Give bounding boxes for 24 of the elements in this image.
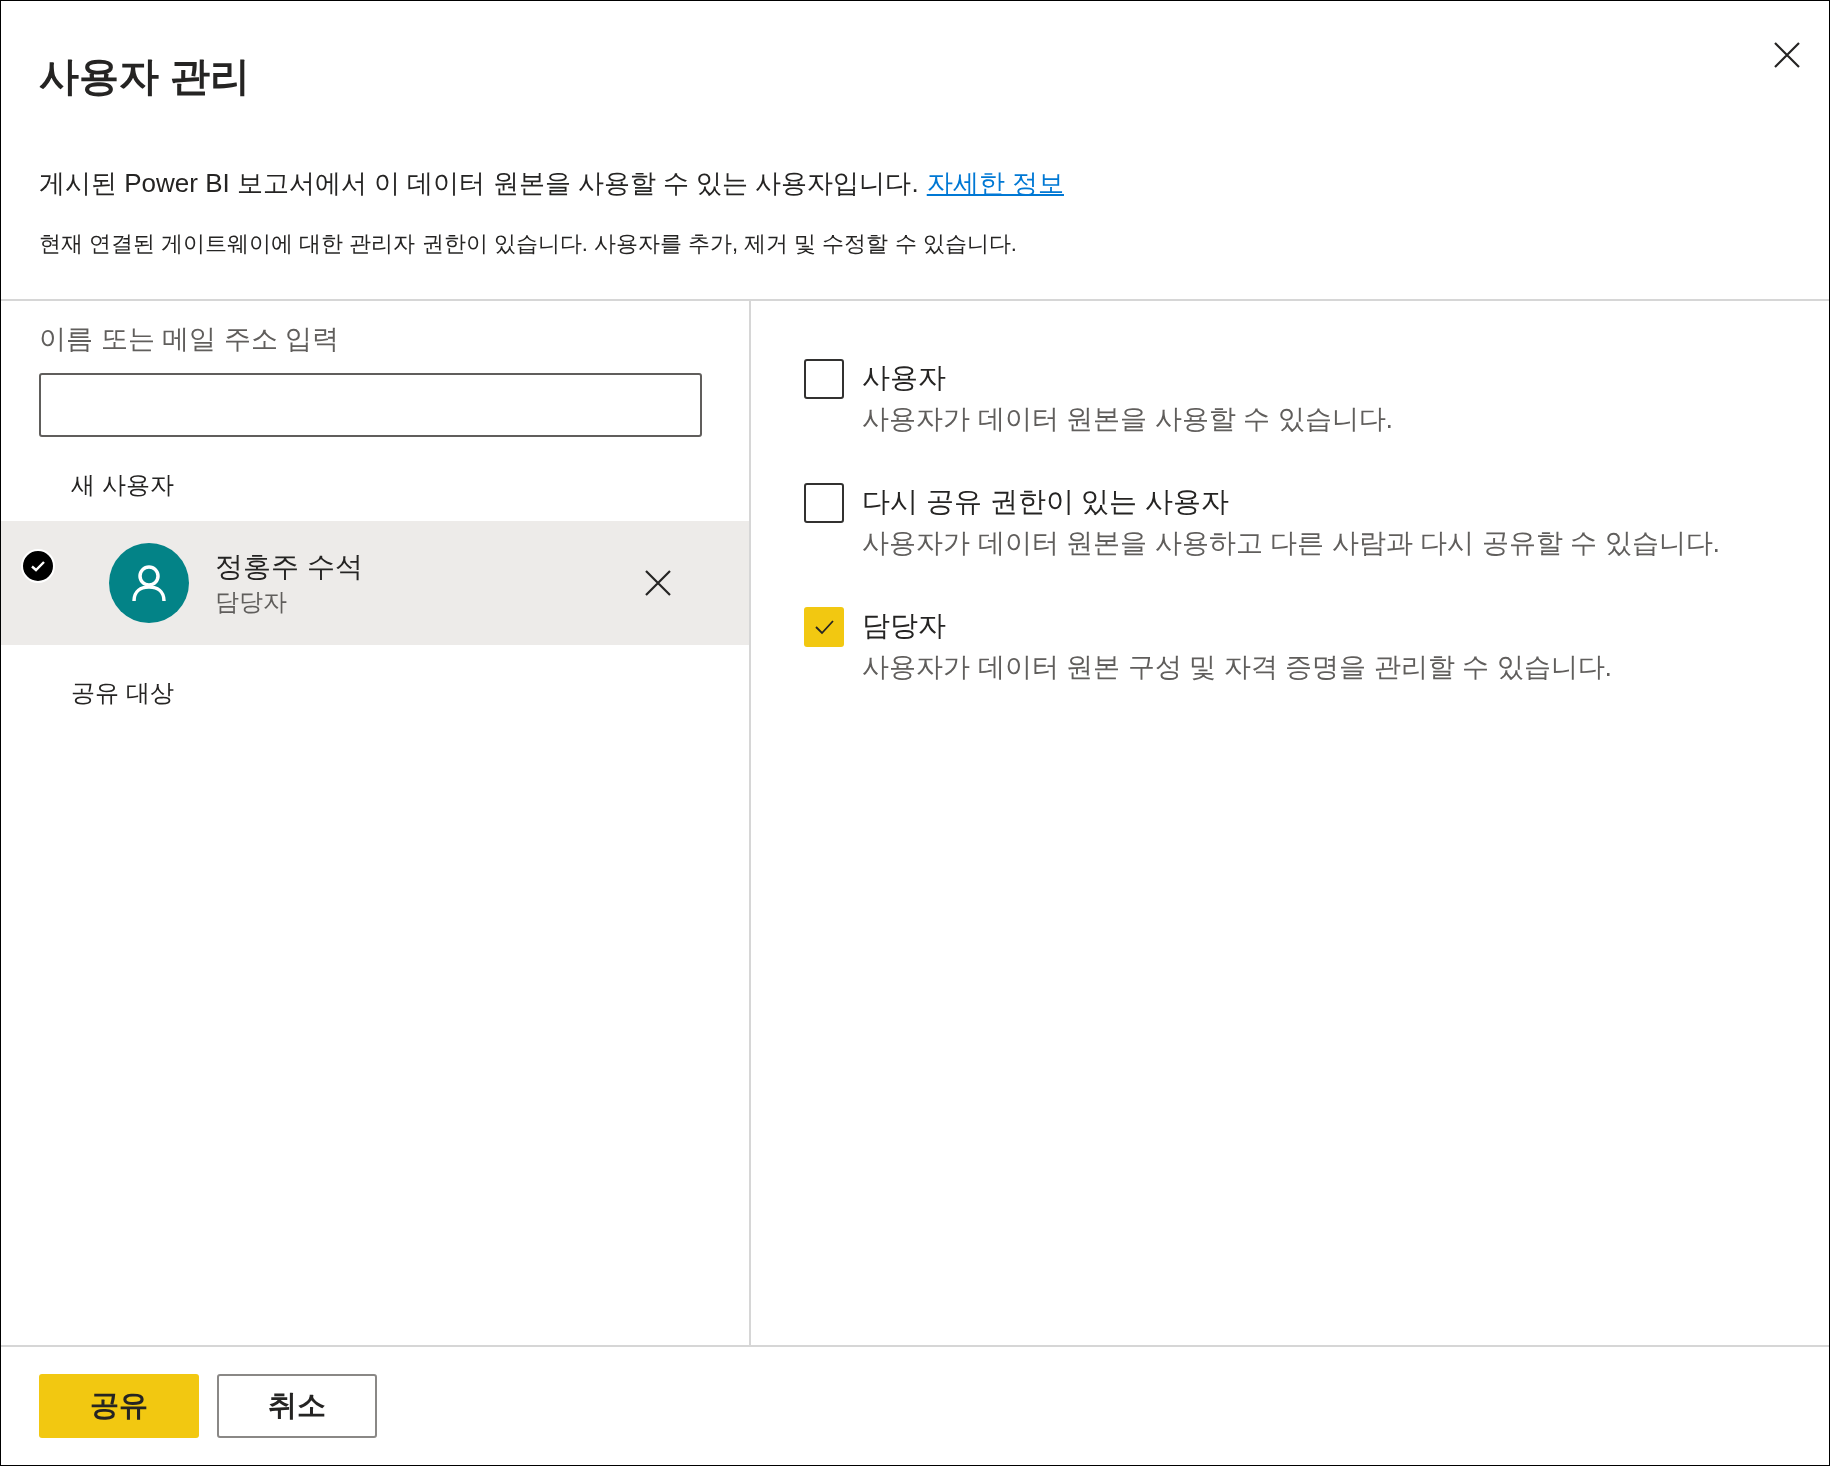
user-name: 정홍주 수석: [215, 550, 364, 584]
learn-more-link[interactable]: 자세한 정보: [926, 168, 1064, 198]
cancel-button[interactable]: 취소: [217, 1374, 377, 1438]
input-field[interactable]: [39, 373, 702, 437]
checkbox[interactable]: [804, 607, 844, 647]
description-text: 게시된 Power BI 보고서에서 이 데이터 원본을 사용할 수 있는 사용자입니다. 자세한 정보: [39, 167, 1065, 200]
section-heading: 새 사용자: [71, 470, 175, 500]
close-icon[interactable]: [643, 568, 673, 598]
permission-description: 사용자가 데이터 원본을 사용하고 다른 사람과 다시 공유할 수 있습니다.: [862, 527, 1720, 560]
permission-label: 다시 공유 권한이 있는 사용자: [862, 485, 1231, 519]
dialog-title: 사용자 관리: [39, 53, 252, 100]
permission-label: 담당자: [862, 609, 947, 643]
section-heading: 공유 대상: [71, 678, 175, 708]
field-label: 이름 또는 메일 주소 입력: [39, 323, 340, 356]
share-button[interactable]: 공유: [39, 1374, 199, 1438]
permission-description: 사용자가 데이터 원본 구성 및 자격 증명을 관리할 수 있습니다.: [862, 651, 1612, 684]
permission-description: 사용자가 데이터 원본을 사용할 수 있습니다.: [862, 403, 1393, 436]
user-list-item[interactable]: 정홍주 수석 담당자: [1, 521, 749, 645]
checkbox[interactable]: [804, 483, 844, 523]
permission-label: 사용자: [862, 361, 947, 395]
user-role: 담당자: [215, 587, 288, 617]
check-icon: [21, 549, 55, 583]
admin-note: 현재 연결된 게이트웨이에 대한 관리자 권한이 있습니다. 사용자를 추가, 제거 및 수정할 수 있습니다.: [39, 230, 1018, 258]
checkbox[interactable]: [804, 359, 844, 399]
